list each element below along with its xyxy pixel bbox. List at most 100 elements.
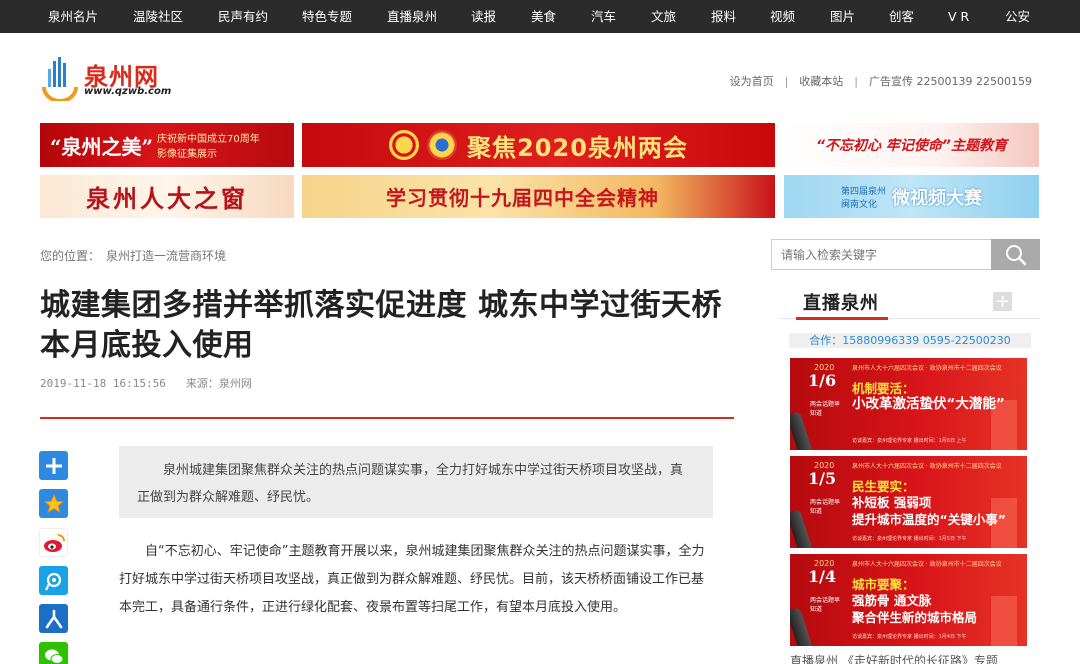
nav-item-mingpian[interactable]: 泉州名片 <box>48 0 98 33</box>
nav-item-paper[interactable]: 读报 <box>471 0 496 33</box>
banner-quanzhou-beauty[interactable]: “泉州之美” 庆祝新中国成立70周年 影像征集展示 <box>40 123 294 167</box>
bookmark-link[interactable]: 收藏本站 <box>799 75 843 88</box>
qq-weibo-icon[interactable] <box>39 566 68 595</box>
article-meta: 2019-11-18 16:15:56 来源：泉州网 <box>40 375 252 391</box>
ad-contact-link[interactable]: 广告宣传 22500139 22500159 <box>869 75 1032 88</box>
live-card[interactable]: 2020 1/5 两会话题早知道 泉州市人大十六届四次会议 · 政协泉州市十二届… <box>790 456 1027 548</box>
banner-text: 聚焦2020泉州两会 <box>467 133 688 162</box>
header-links: 设为首页 | 收藏本站 | 广告宣传 22500139 22500159 <box>730 73 1032 89</box>
section-title-underline <box>796 317 888 320</box>
banner-theme-education[interactable]: “不忘初心 牢记使命”主题教育 <box>784 123 1039 167</box>
national-emblem-icon <box>389 130 420 160</box>
microphone-icon <box>790 410 812 450</box>
banner-text: 微视频大赛 <box>892 187 982 209</box>
banner-sub-line: 庆祝新中国成立70周年 <box>157 134 260 145</box>
search-input[interactable] <box>772 240 991 269</box>
nav-item-video[interactable]: 视频 <box>770 0 795 33</box>
banner-subtext: 第四届泉州 闽南文化 <box>841 184 886 210</box>
banner-subtext: 庆祝新中国成立70周年 影像征集展示 <box>157 130 260 160</box>
microphone-icon <box>790 508 812 548</box>
banner-sub-line: 影像征集展示 <box>157 149 218 160</box>
card-footer: 访谈嘉宾：泉州理论界专家 播出时间：1月4日 下午 <box>852 634 967 640</box>
favorite-star-icon[interactable] <box>39 489 68 518</box>
building-graphic <box>991 596 1017 646</box>
banner-npc-window[interactable]: 泉州人大之窗 <box>40 175 294 218</box>
article-date: 2019-11-18 16:15:56 <box>40 377 166 390</box>
card-heading: 机制要活： <box>852 381 915 396</box>
contact-line: 合作：15880996339 0595-22500230 <box>789 333 1031 348</box>
star-icon <box>43 493 64 513</box>
nav-item-report[interactable]: 报料 <box>711 0 736 33</box>
card-tag: 两会话题早知道 <box>810 499 841 515</box>
nav-item-live[interactable]: 直播泉州 <box>387 0 437 33</box>
card-date: 1/6 <box>808 371 837 390</box>
set-homepage-link[interactable]: 设为首页 <box>730 75 774 88</box>
card-tag: 两会话题早知道 <box>810 401 841 417</box>
card-top-line: 泉州市人大十六届四次会议 · 政协泉州市十二届四次会议 <box>852 463 1002 470</box>
site-logo[interactable]: 泉州网 www.qzwb.com <box>40 55 172 105</box>
banner-main-text: “泉州之美” <box>50 134 154 159</box>
breadcrumb-link[interactable]: 泉州打造一流营商环境 <box>106 249 226 263</box>
link-separator: | <box>854 75 859 88</box>
live-section-title: 直播泉州 <box>803 293 879 314</box>
banner-text: “不忘初心 牢记使命”主题教育 <box>816 138 1007 154</box>
related-link[interactable]: 直播泉州 《走好新时代的长征路》专题 <box>790 652 998 664</box>
renren-icon[interactable] <box>39 604 68 633</box>
breadcrumb-label: 您的位置： <box>40 249 101 263</box>
card-footer: 访谈嘉宾：泉州理论界专家 播出时间：1月5日 下午 <box>852 536 967 542</box>
qq-weibo-glyph-icon <box>44 572 61 590</box>
card-date: 1/5 <box>808 469 837 488</box>
nav-item-police[interactable]: 公安 <box>1005 0 1030 33</box>
nav-item-vr[interactable]: V R <box>948 0 969 33</box>
live-card[interactable]: 2020 1/4 两会话题早知道 泉州市人大十六届四次会议 · 政协泉州市十二届… <box>790 554 1027 646</box>
title-divider <box>40 417 734 419</box>
card-top-line: 泉州市人大十六届四次会议 · 政协泉州市十二届四次会议 <box>852 365 1002 372</box>
banner-text: 学习贯彻十九届四中全会精神 <box>386 186 659 210</box>
card-top-line: 泉州市人大十六届四次会议 · 政协泉州市十二届四次会议 <box>852 561 1002 568</box>
article-summary: 泉州城建集团聚焦群众关注的热点问题谋实事，全力打好城东中学过街天桥项目攻坚战，真… <box>119 446 713 518</box>
add-icon[interactable] <box>39 451 68 480</box>
breadcrumb: 您的位置： 泉州打造一流营商环境 <box>40 247 226 264</box>
nav-item-auto[interactable]: 汽车 <box>591 0 616 33</box>
logo-mark-icon <box>42 57 78 101</box>
nav-item-food[interactable]: 美食 <box>531 0 556 33</box>
article-title: 城建集团多措并举抓落实促进度 城东中学过街天桥本月底投入使用 <box>40 288 722 363</box>
live-card[interactable]: 2020 1/6 两会话题早知道 泉州市人大十六届四次会议 · 政协泉州市十二届… <box>790 358 1027 450</box>
nav-item-maker[interactable]: 创客 <box>889 0 914 33</box>
card-subheading: 补短板 强弱项 提升城市温度的“关键小事” <box>852 495 1006 527</box>
nav-item-minsheng[interactable]: 民声有约 <box>218 0 268 33</box>
card-subheading: 强筋骨 通文脉 聚合伴生新的城市格局 <box>852 593 978 625</box>
banner-fourth-plenary[interactable]: 学习贯彻十九届四中全会精神 <box>302 175 775 218</box>
search-icon <box>1005 244 1026 265</box>
nav-item-photo[interactable]: 图片 <box>830 0 855 33</box>
weibo-icon[interactable] <box>39 528 68 557</box>
card-heading: 民生要实： <box>852 479 915 494</box>
article-paragraph: 自“不忘初心、牢记使命”主题教育开展以来，泉州城建集团聚焦群众关注的热点问题谋实… <box>119 544 705 615</box>
card-footer: 访谈嘉宾：泉州理论界专家 播出时间：1月6日 上午 <box>852 438 967 444</box>
renren-glyph-icon <box>45 609 62 628</box>
card-subheading: 小改革激活蛰伏“大潜能” <box>852 396 1005 412</box>
banner-sub-line: 第四届泉州 <box>840 186 886 197</box>
banner-text: 泉州人大之窗 <box>86 184 248 213</box>
cppcc-emblem-icon <box>427 130 458 160</box>
card-tag: 两会话题早知道 <box>810 597 841 613</box>
weibo-glyph-icon <box>43 533 65 552</box>
nav-item-special[interactable]: 特色专题 <box>302 0 352 33</box>
article-source: 来源：泉州网 <box>185 377 252 390</box>
banner-two-sessions[interactable]: 聚焦2020泉州两会 <box>302 123 775 167</box>
banner-microvideo-contest[interactable]: 第四届泉州 闽南文化 微视频大赛 <box>784 175 1039 218</box>
top-nav: 泉州名片 温陵社区 民声有约 特色专题 直播泉州 读报 美食 汽车 文旅 报料 … <box>0 0 1080 33</box>
logo-url: www.qzwb.com <box>84 86 172 97</box>
microphone-icon <box>790 606 812 646</box>
banner-sub-line: 闽南文化 <box>840 199 877 210</box>
more-plus-icon[interactable]: + <box>993 292 1012 311</box>
link-separator: | <box>784 75 789 88</box>
card-heading: 城市要聚： <box>852 577 915 592</box>
search-button[interactable] <box>991 239 1040 270</box>
search-field-wrapper <box>771 239 991 270</box>
nav-item-travel[interactable]: 文旅 <box>651 0 676 33</box>
nav-item-community[interactable]: 温陵社区 <box>133 0 183 33</box>
plus-icon <box>45 457 62 474</box>
card-date: 1/4 <box>808 567 837 586</box>
wechat-icon[interactable] <box>39 642 68 664</box>
